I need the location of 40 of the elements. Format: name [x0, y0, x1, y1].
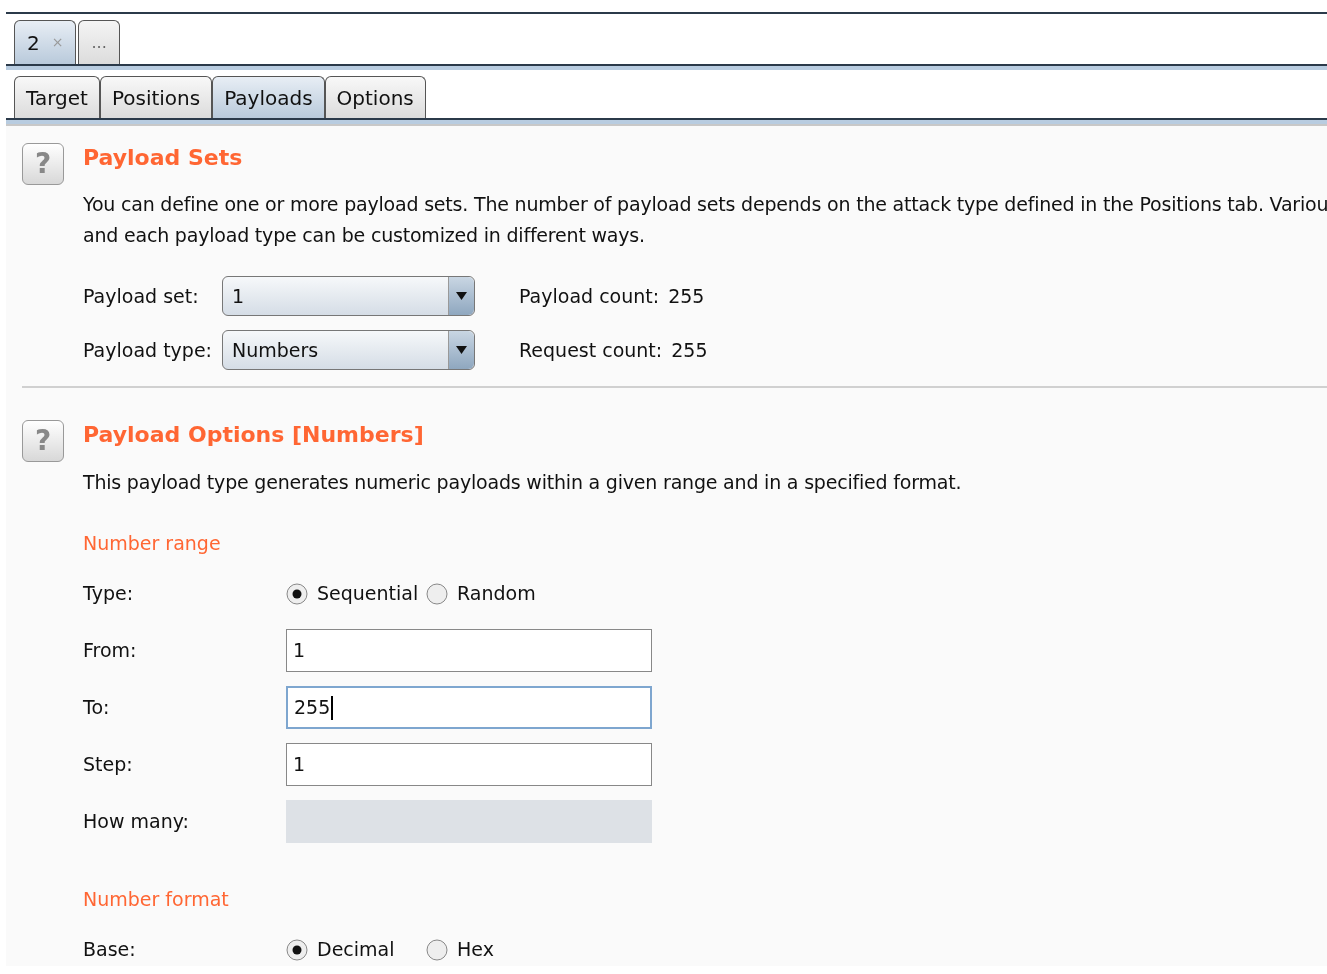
tab[interactable]: Payloads [212, 76, 325, 118]
input-field[interactable]: 255 [286, 686, 652, 729]
count-label: Payload count: [519, 283, 660, 309]
radio-button[interactable] [286, 938, 308, 961]
field-label: How many: [83, 809, 190, 835]
description-text: and each payload type can be customized in different ways. [83, 223, 646, 248]
dropdown-arrow-icon [456, 292, 467, 300]
radio-label[interactable]: Decimal [317, 935, 395, 964]
group-heading: Number format [83, 886, 230, 912]
field-label: Type: [83, 581, 135, 607]
dropdown[interactable]: Numbers [222, 330, 475, 370]
group-heading: Number range [83, 530, 222, 556]
field-label: Base: [83, 937, 137, 963]
radio-label[interactable]: Hex [457, 935, 494, 964]
field-label: From: [83, 638, 138, 664]
dropdown[interactable]: 1 [222, 276, 475, 316]
radio-label[interactable]: Random [457, 579, 536, 608]
field-label: Step: [83, 752, 134, 778]
tab[interactable]: Positions [99, 76, 213, 118]
request-tab[interactable]: ... [78, 20, 120, 64]
field-label: Payload set: [83, 283, 200, 309]
description-text: You can define one or more payload sets. The number of payload sets depends on the attack type defined in the Positions tab. Variou [83, 192, 1327, 217]
radio-label[interactable]: Sequential [317, 579, 419, 608]
tab[interactable]: Options [324, 76, 426, 118]
count-value: 255 [671, 337, 708, 363]
field-label: Payload type: [83, 337, 213, 363]
dropdown-arrow-icon [456, 346, 467, 354]
radio-button[interactable] [426, 582, 448, 605]
radio-button[interactable] [426, 938, 448, 961]
field-label: To: [83, 695, 111, 721]
input-field[interactable]: 1 [286, 629, 652, 672]
section-title: Payload Sets [83, 144, 243, 172]
count-value: 255 [668, 283, 705, 309]
request-tab[interactable]: 2 × [14, 20, 77, 64]
description-text: This payload type generates numeric payloads within a given range and in a specified format. [82, 470, 963, 495]
input-field[interactable]: 1 [286, 743, 652, 786]
section-title: Payload Options [Numbers] [83, 421, 424, 449]
radio-button[interactable] [286, 582, 308, 605]
tab[interactable]: Target [14, 76, 100, 118]
count-label: Request count: [519, 337, 663, 363]
